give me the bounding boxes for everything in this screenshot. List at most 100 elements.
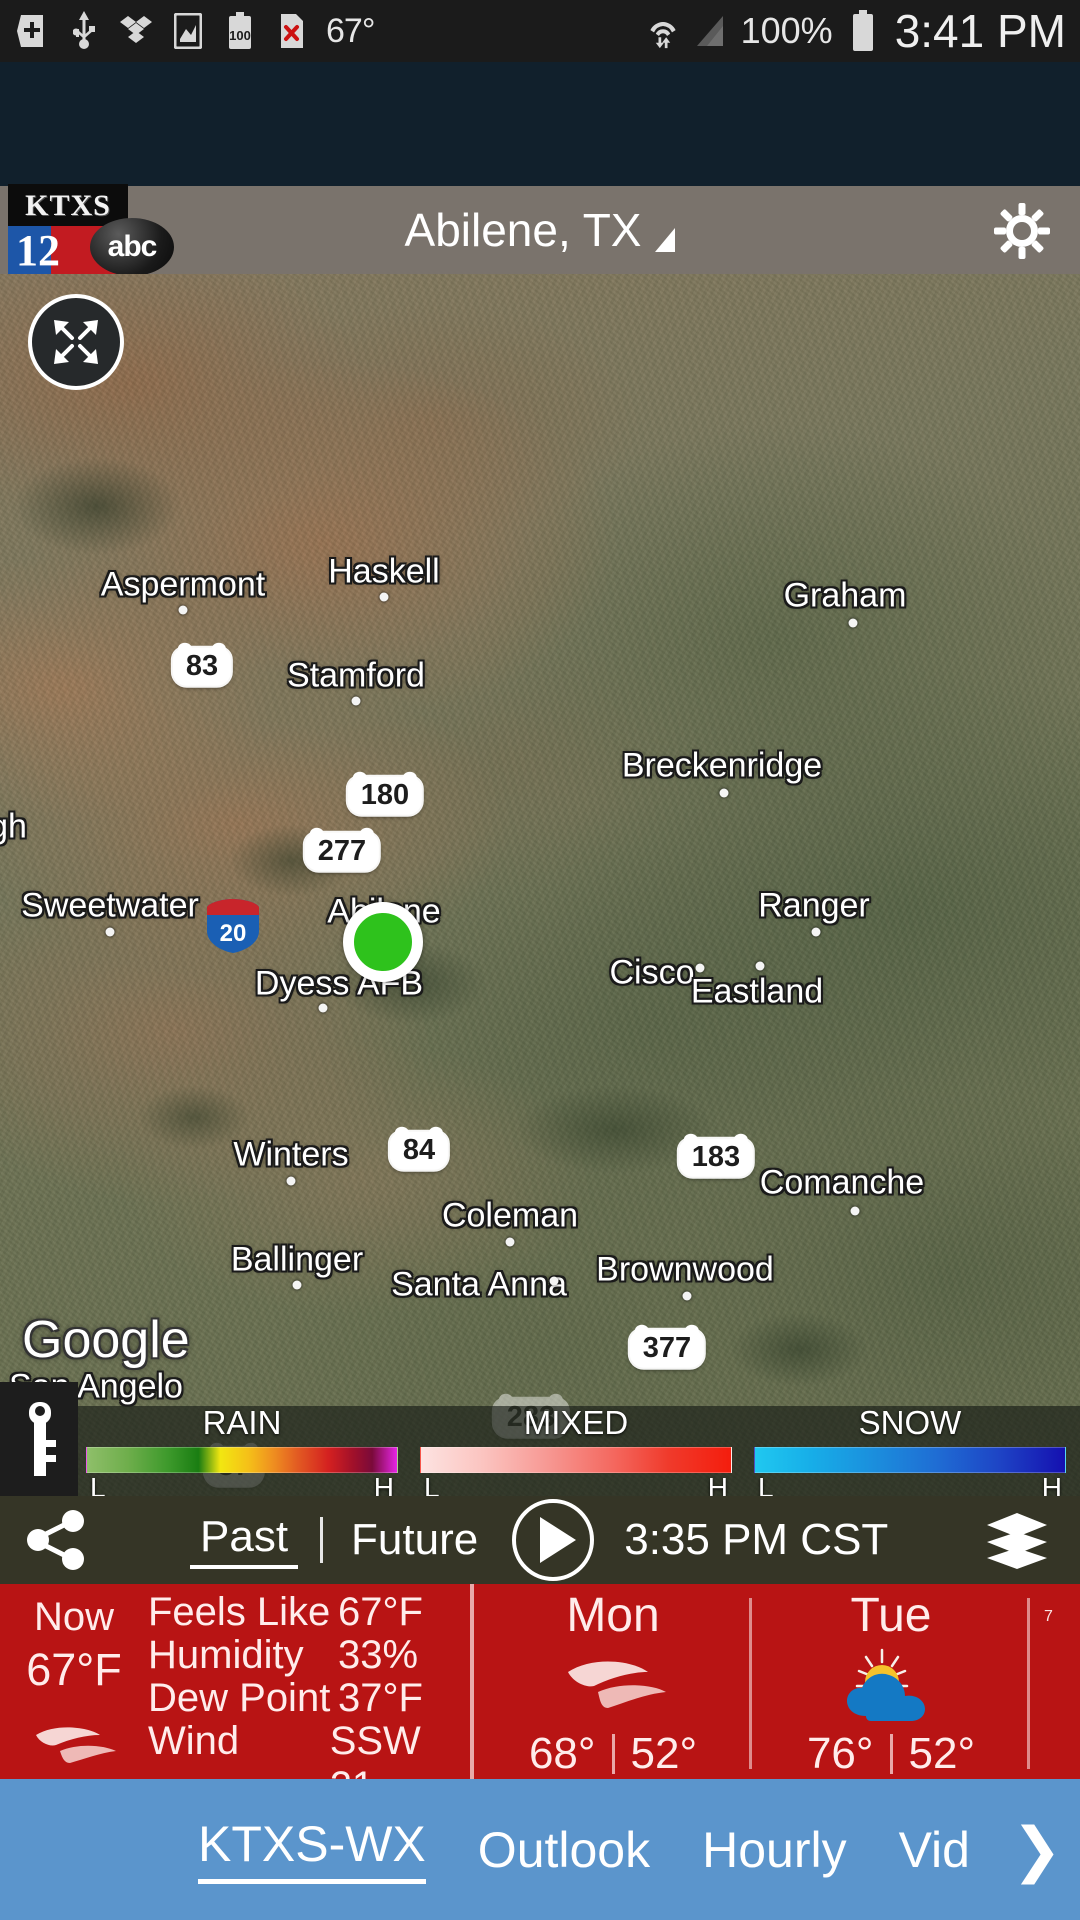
highway-shield: 377 [629,1324,705,1369]
dropbox-icon [118,11,154,51]
map-city-label: Breckenridge [621,746,823,785]
map-city-label: Winters [233,1135,349,1174]
bottom-nav-item[interactable]: Hourly [702,1821,846,1879]
forecast-day[interactable]: Tue 76° 52° [752,1584,1030,1779]
highway-shield: 83 [172,642,232,687]
map-city-label: Stamford [287,656,425,695]
map-city-dot [105,927,115,937]
now-temperature: 67°F [26,1644,122,1695]
bottom-nav-item[interactable]: Vid [899,1821,970,1879]
forecast-temps: 68° 52° [474,1729,752,1779]
bottom-nav-items: KTXS-WX Outlook Hourly Vid [0,1815,970,1884]
map-city-label: Comanche [759,1163,925,1202]
forecast-weather-icon [752,1643,1030,1729]
legend-title: SNOW [858,1404,962,1441]
condition-value: 37°F [338,1676,423,1720]
legend-group: RAIN L H [86,1404,398,1496]
tab-past[interactable]: Past [190,1512,299,1569]
tab-divider [320,1517,324,1563]
wind-icon [568,1661,666,1708]
forecast-day-name: Tue [850,1589,932,1642]
condition-key: Humidity [148,1633,304,1677]
map-city-label: Coleman [441,1196,579,1235]
highway-shield: 183 [678,1133,754,1178]
svg-text:100: 100 [229,28,251,43]
map-city-label: Aspermont [100,565,266,604]
forecast-day[interactable]: Mon 68° 52° [474,1584,752,1779]
legend-group: MIXED L H [420,1404,732,1496]
map-city-label: Ranger [758,886,870,925]
app-screen: 100 67° 100% 3:41 PM KTXS 12 abc Abilene… [0,0,1080,1920]
map-city-label: Brownwood [596,1250,774,1289]
condition-key: Wind [148,1719,240,1763]
condition-value: SSW 21 [329,1719,421,1779]
map-city-dot [379,592,389,602]
gear-icon [994,203,1050,259]
settings-button[interactable] [994,203,1050,259]
daily-forecast-strip[interactable]: Mon 68° 52° Tue 76° 52° 7 [474,1584,1080,1779]
legend-low-label: L [758,1472,774,1496]
conditions-table: Feels Like 67°F Humidity 33% Dew Point 37°F Wi… [148,1584,470,1779]
condition-value: 67°F [338,1590,423,1634]
condition-key: Feels Like [148,1590,331,1634]
map-city-label: Santa Anna [391,1265,567,1304]
play-button[interactable] [512,1499,595,1581]
status-temperature: 67° [326,11,375,50]
highway-shield: 277 [304,827,380,872]
bottom-nav-item[interactable]: KTXS-WX [198,1815,426,1884]
legend-groups: RAIN L H MIXED L H SNOW L H [86,1404,1066,1496]
forecast-high: 68° [528,1728,596,1778]
now-label: Now [33,1595,115,1639]
share-button[interactable] [26,1510,88,1570]
legend-color-bar [86,1447,398,1473]
legend-title: RAIN [202,1404,282,1441]
status-bar-left-icons: 100 67° [14,11,375,51]
sun-cloud-icon [847,1648,925,1721]
key-icon [29,1402,56,1476]
file-error-icon [274,11,310,51]
fullscreen-button[interactable] [28,294,124,390]
map-city-dot [318,1003,328,1013]
legend-color-bar [754,1447,1066,1473]
chevron-right-icon[interactable]: ❯ [1012,1815,1062,1885]
radar-map[interactable]: Aspermont Haskell Graham Stamford Breckenrid… [0,274,1080,1496]
map-city-label: Sweetwater [21,886,199,925]
map-city-dot [695,963,705,973]
tab-future[interactable]: Future [345,1515,484,1565]
screenshot-icon [170,11,206,51]
forecast-high: 7 [1044,1608,1053,1625]
bottom-nav-item[interactable]: Outlook [478,1821,650,1879]
map-city-dot [178,605,188,615]
current-location-pin[interactable] [343,902,423,982]
app-header: KTXS 12 abc Abilene, TX [0,184,1080,276]
condition-row: Feels Like 67°F [148,1590,470,1634]
map-city-dot [505,1237,515,1247]
cell-signal-icon [693,11,729,51]
condition-row: Wind SSW 21 [148,1719,470,1779]
legend-low-label: L [424,1472,440,1496]
interstate-shield-20: 20 [205,897,261,955]
station-logo[interactable]: KTXS 12 abc [2,182,178,278]
forecast-low: 52° [630,1728,698,1778]
map-city-label: Ballinger [230,1240,364,1279]
condition-row: Dew Point 37°F [148,1676,470,1720]
legend-high-label: H [1041,1472,1062,1496]
map-city-dot [549,1276,559,1286]
legend-high-label: H [373,1472,394,1496]
notification-shade-gap [0,62,1080,186]
map-city-label: Graham [783,576,907,615]
dropdown-caret-icon [655,228,676,252]
layers-button[interactable] [984,1512,1050,1570]
highway-shield: 84 [389,1126,449,1171]
radar-timestamp: 3:35 PM CST [624,1515,889,1564]
play-icon [539,1517,576,1563]
bottom-navigation: KTXS-WX Outlook Hourly Vid ❯ [0,1779,1080,1920]
forecast-day-name [1030,1590,1080,1608]
legend-key-button[interactable] [0,1382,78,1496]
forecast-day-partial[interactable]: 7 [1030,1584,1080,1779]
layers-icon [987,1513,1047,1569]
map-city-label: Eastland [690,972,824,1011]
radar-playback-bar: Past Future 3:35 PM CST [0,1496,1080,1584]
current-conditions-panel[interactable]: Now 67°F Feels Like 67°F Humidity 33% Dew Po… [0,1584,1080,1779]
legend-group: SNOW L H [754,1404,1066,1496]
